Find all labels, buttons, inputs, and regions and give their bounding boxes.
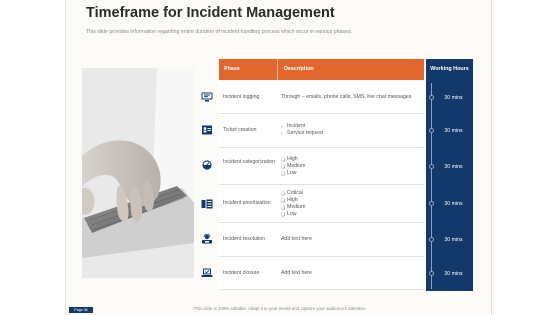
list-item: ❏ High <box>281 197 298 203</box>
header-phase: Phase <box>219 59 277 80</box>
table-row: Incident logging Through – emails, phone… <box>198 81 474 114</box>
bullet-marker: ❏ <box>281 164 286 169</box>
monitor-icon <box>201 92 213 102</box>
laptop-check-icon <box>201 268 213 277</box>
bullet-marker: ❏ <box>281 157 286 162</box>
table-row: Incident resolution Add text here 30 min… <box>198 223 474 257</box>
table-row: Incident prioritization ❏ Critical ❏ High … <box>198 185 474 223</box>
header-working-hours: Working Hours <box>430 66 469 72</box>
working-hours-value: 30 mins <box>444 237 463 243</box>
gauge-icon <box>202 160 212 170</box>
footer-note: This slide is 100% editable. Adapt it to… <box>193 306 367 311</box>
description-cell: Add text here <box>277 236 424 243</box>
id-card-icon <box>202 125 212 135</box>
list-item: ❏ Medium <box>281 163 306 169</box>
list-item: ❏ Critical <box>281 190 303 196</box>
bullet-marker: ❏ <box>281 198 286 203</box>
bullet-marker: ❏ <box>281 205 286 210</box>
description-text: Add text here <box>281 236 312 242</box>
description-text: Add text here <box>281 270 312 276</box>
list-item: ❏ High <box>281 156 298 162</box>
phase-label: Incident resolution <box>223 236 266 242</box>
bullet-marker: ❏ <box>281 191 286 196</box>
list-item: › Service request <box>281 130 324 136</box>
working-hours-value: 30 mins <box>444 201 463 207</box>
working-hours-value: 30 mins <box>444 128 463 134</box>
phase-label: Incident closure <box>223 270 260 276</box>
working-hours-value: 30 mins <box>444 271 463 277</box>
list-item: ❏ Low <box>281 211 297 217</box>
working-hours-value: 30 mins <box>444 95 463 101</box>
table-row: Incident closure Add text here 30 mins <box>198 257 474 290</box>
phase-label: Ticket creation <box>223 127 257 133</box>
description-cell: ❏ Critical ❏ High ❏ Medium ❏ Low <box>277 190 424 218</box>
priority-list-icon <box>201 199 213 209</box>
working-hours-value: 30 mins <box>444 164 463 170</box>
phase-label: Incident logging <box>223 94 260 100</box>
header-description: Description <box>277 59 424 80</box>
page-subtitle: This slide provides information regardin… <box>86 29 352 35</box>
phase-label: Incident categorization <box>223 159 275 165</box>
page-title: Timeframe for Incident Management <box>86 5 335 21</box>
incident-table: Phase Description Working Hours Incident… <box>198 59 474 291</box>
phase-label: Incident prioritization <box>223 200 271 206</box>
bullet-marker: › <box>281 131 283 136</box>
laptop-photo <box>82 68 194 278</box>
table-row: Incident categorization ❏ High ❏ Medium ❏ L… <box>198 148 474 185</box>
support-agent-icon <box>202 234 212 244</box>
list-item: ❏ Medium <box>281 204 306 210</box>
description-text: Through – emails, phone calls, SMS, live… <box>281 94 412 100</box>
description-cell: Through – emails, phone calls, SMS, live… <box>277 94 424 101</box>
table-row: Ticket creation › Incident › Service reque… <box>198 114 474 148</box>
description-cell: Add text here <box>277 270 424 277</box>
list-item: ❏ Low <box>281 170 297 176</box>
bullet-marker: ❏ <box>281 212 286 217</box>
bullet-marker: › <box>281 124 283 129</box>
description-cell: ❏ High ❏ Medium ❏ Low <box>277 156 424 177</box>
list-item: › Incident <box>281 123 306 129</box>
description-cell: › Incident › Service request <box>277 123 424 137</box>
bullet-marker: ❏ <box>281 171 286 176</box>
